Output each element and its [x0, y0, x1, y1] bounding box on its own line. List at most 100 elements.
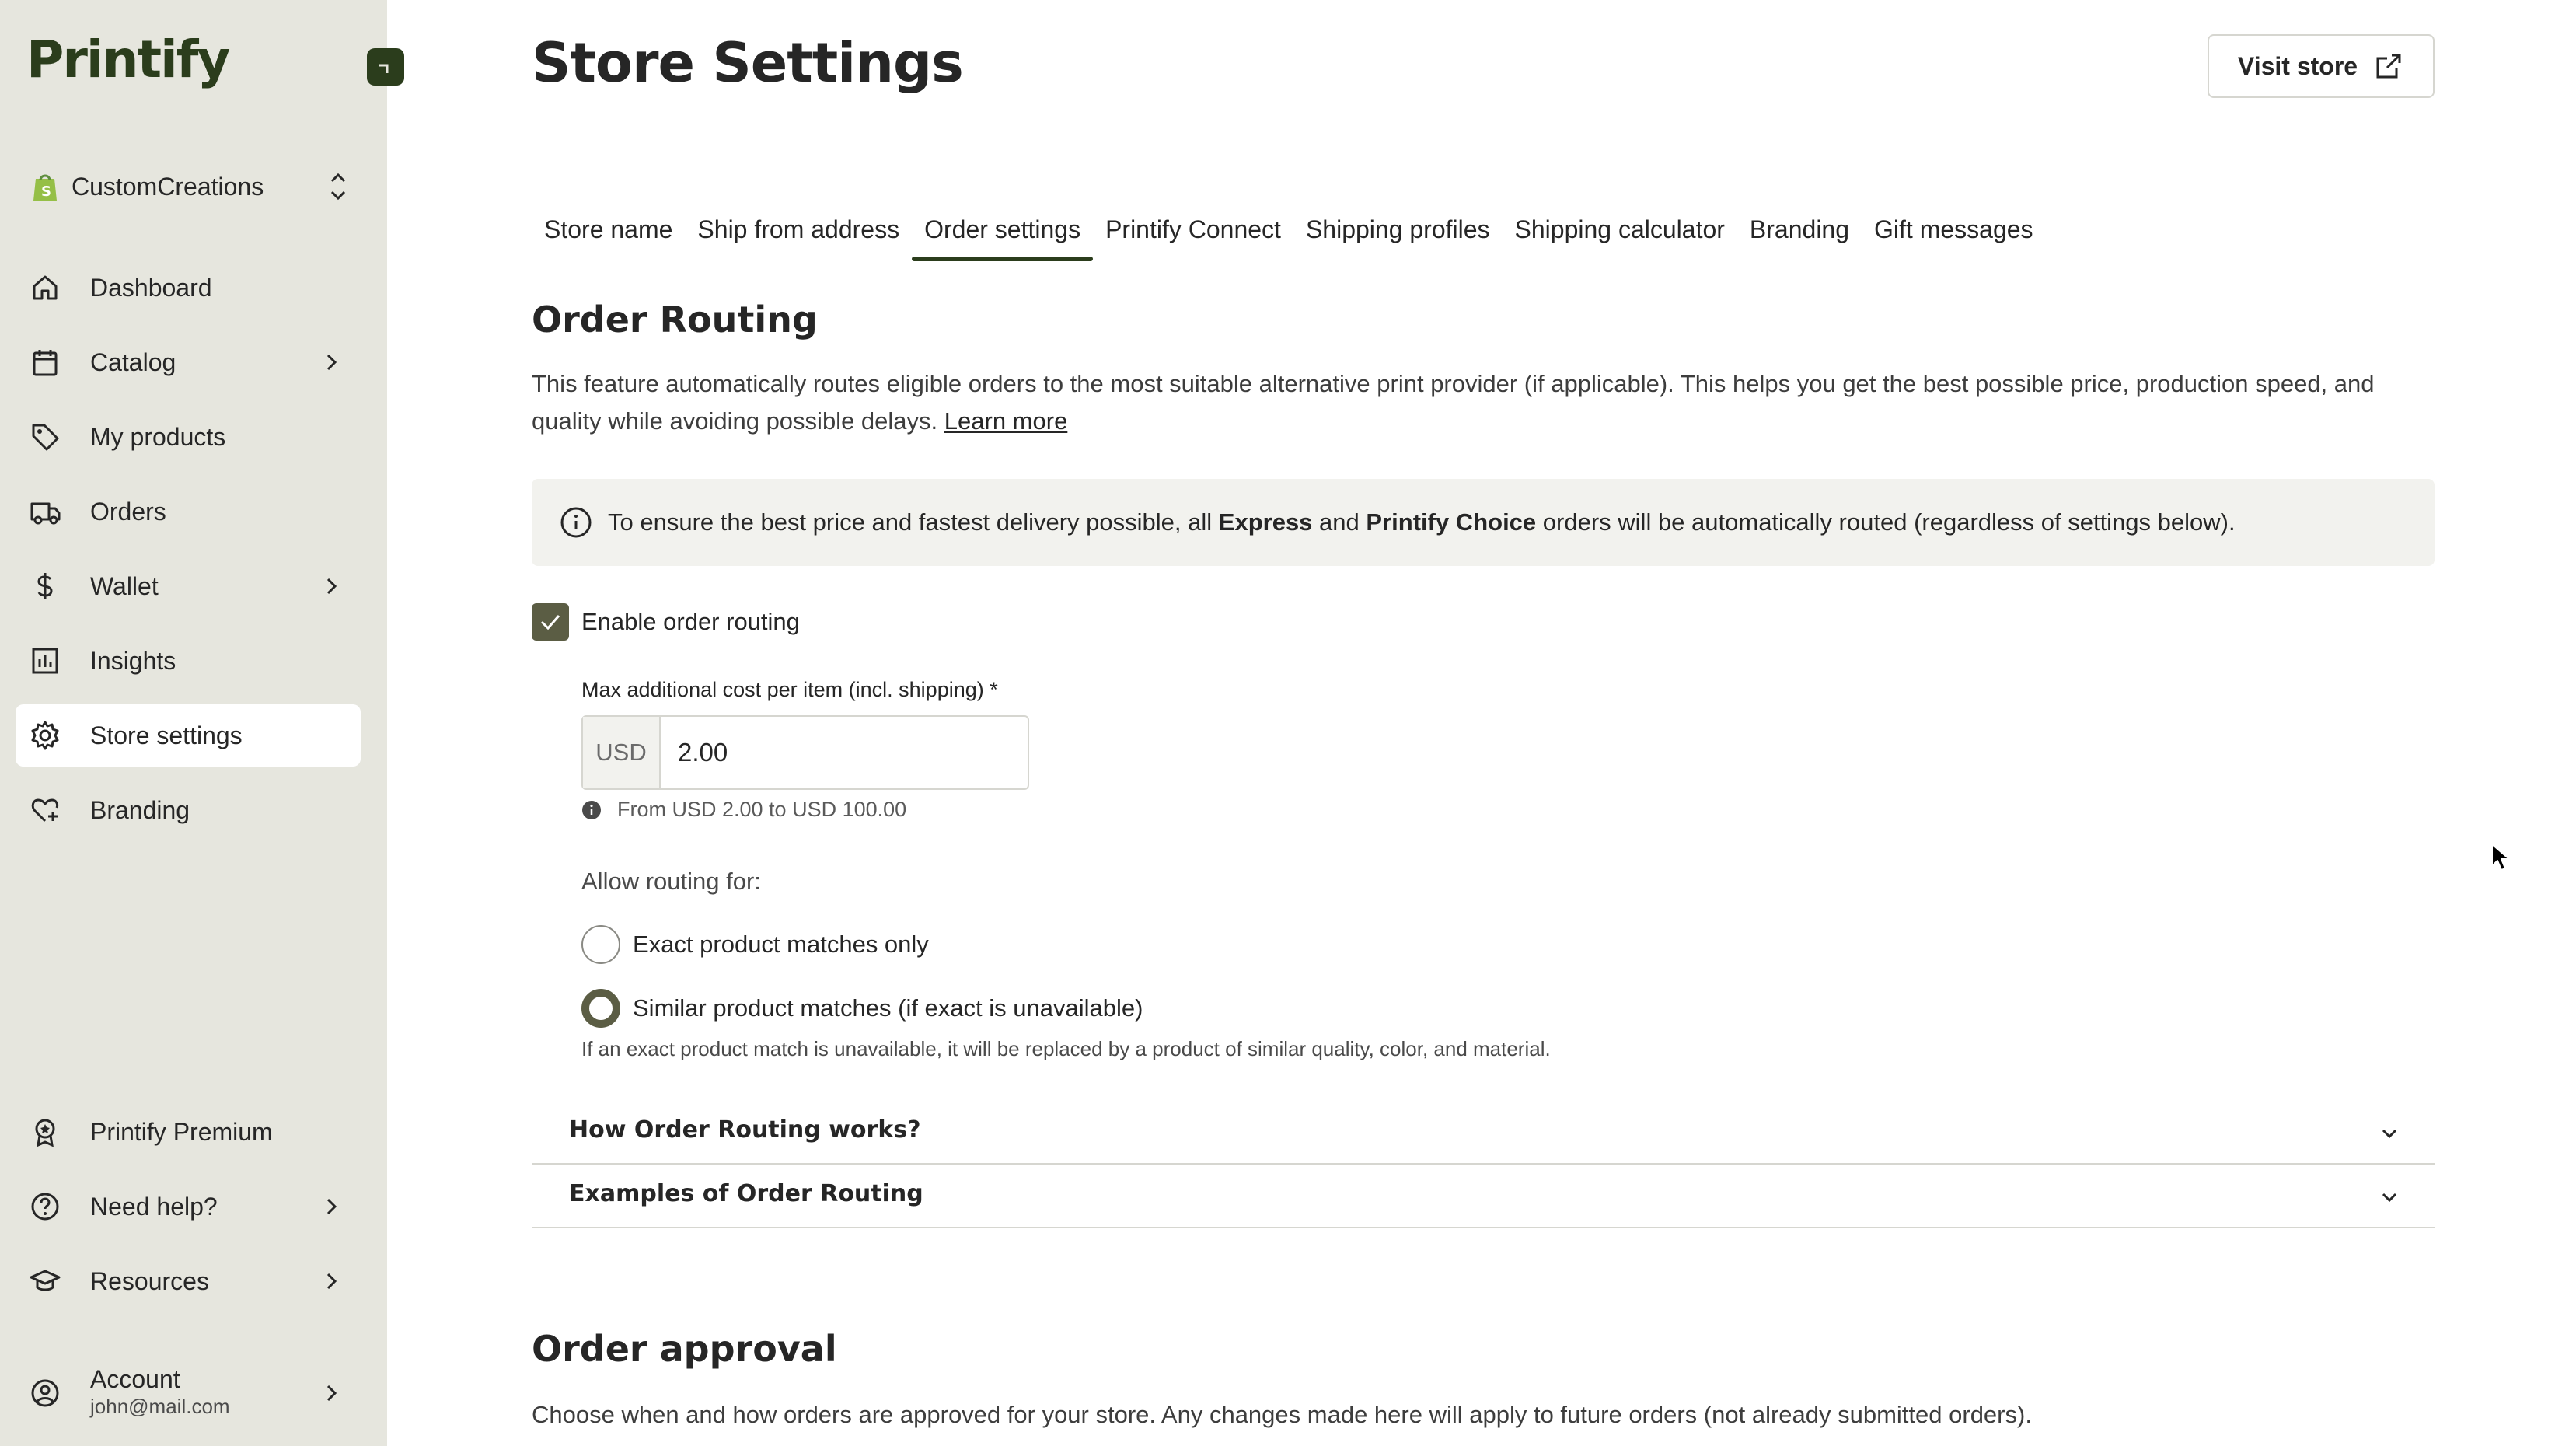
sidebar-item-store-settings[interactable]: Store settings: [16, 704, 361, 767]
tab-gift-messages[interactable]: Gift messages: [1862, 210, 2046, 261]
radio-similar-label: Similar product matches (if exact is una…: [633, 994, 1143, 1022]
tab-shipping-calculator[interactable]: Shipping calculator: [1503, 210, 1737, 261]
info-text-pre: To ensure the best price and fastest del…: [608, 508, 1213, 536]
store-name: CustomCreations: [72, 172, 264, 201]
sidebar-item-dashboard[interactable]: Dashboard: [16, 257, 361, 319]
info-text-choice: Printify Choice: [1366, 508, 1537, 536]
order-approval-description: Choose when and how orders are approved …: [532, 1401, 2032, 1428]
chevron-down-icon: [2382, 1193, 2397, 1203]
currency-prefix: USD: [583, 717, 661, 788]
sidebar-item-label: Insights: [90, 647, 176, 675]
user-circle-icon: [31, 1379, 59, 1407]
accordion-title: Examples of Order Routing: [569, 1180, 923, 1207]
chevron-down-icon: [2382, 1129, 2397, 1139]
radio-exact-matches[interactable]: [581, 925, 620, 964]
tab-ship-from-address[interactable]: Ship from address: [685, 210, 912, 261]
sidebar-item-label: Store settings: [90, 721, 243, 749]
sidebar-item-printify-premium[interactable]: Printify Premium: [16, 1101, 361, 1163]
routing-info-banner: To ensure the best price and fastest del…: [532, 479, 2435, 566]
chevron-right-icon: [326, 354, 337, 371]
gear-icon: [31, 721, 59, 750]
allow-routing-label: Allow routing for:: [581, 868, 761, 895]
printify-logo[interactable]: Printify: [26, 30, 230, 89]
chevron-right-icon: [326, 1273, 337, 1290]
visit-store-label: Visit store: [2237, 51, 2358, 80]
radio-exact-label: Exact product matches only: [633, 931, 929, 958]
sidebar-item-account[interactable]: Account john@mail.com: [16, 1356, 361, 1430]
tab-store-name[interactable]: Store name: [532, 210, 685, 261]
sidebar-item-label: Dashboard: [90, 274, 212, 302]
chevron-updown-icon: [330, 173, 346, 201]
account-label: Account: [90, 1365, 180, 1393]
radio-similar-matches[interactable]: [581, 989, 620, 1028]
info-icon: [560, 507, 592, 538]
info-text-post: orders will be automatically routed (reg…: [1542, 508, 2236, 536]
sidebar-item-label: My products: [90, 423, 226, 451]
sidebar-item-orders[interactable]: Orders: [16, 480, 361, 543]
shopify-icon: S: [33, 174, 57, 201]
chart-icon: [32, 648, 58, 674]
help-icon: [31, 1193, 59, 1221]
tab-order-settings[interactable]: Order settings: [912, 210, 1094, 261]
sidebar-item-insights[interactable]: Insights: [16, 630, 361, 692]
order-approval-heading: Order approval: [532, 1328, 837, 1370]
store-switcher[interactable]: S CustomCreations: [31, 165, 350, 208]
sidebar-item-catalog[interactable]: Catalog: [16, 331, 361, 393]
radio-similar-row[interactable]: Similar product matches (if exact is una…: [581, 989, 1143, 1028]
tab-shipping-profiles[interactable]: Shipping profiles: [1293, 210, 1503, 261]
max-cost-input-group: USD: [581, 715, 1029, 790]
truck-icon: [30, 502, 61, 525]
sidebar-item-my-products[interactable]: My products: [16, 406, 361, 468]
max-cost-hint: From USD 2.00 to USD 100.00: [581, 798, 906, 822]
accordion-title: How Order Routing works?: [569, 1116, 921, 1144]
sidebar-item-label: Branding: [90, 796, 190, 824]
enable-order-routing-label: Enable order routing: [581, 608, 800, 635]
order-routing-description-text: This feature automatically routes eligib…: [532, 370, 2375, 435]
sidebar-item-branding[interactable]: Branding: [16, 779, 361, 841]
radio-exact-row[interactable]: Exact product matches only: [581, 925, 929, 964]
sidebar-item-label: Catalog: [90, 348, 176, 376]
dollar-icon: [37, 573, 53, 599]
chevron-right-icon: [326, 1385, 337, 1402]
sidebar: Printify S CustomCreations Dashboard Cat…: [0, 0, 404, 1446]
page-title: Store Settings: [532, 31, 964, 95]
account-email: john@mail.com: [90, 1395, 230, 1418]
graduation-icon: [30, 1270, 61, 1291]
range-hint-text: From USD 2.00 to USD 100.00: [617, 798, 907, 821]
tab-printify-connect[interactable]: Printify Connect: [1093, 210, 1293, 261]
info-banner-text: To ensure the best price and fastest del…: [608, 508, 2236, 536]
sidebar-item-label: Need help?: [90, 1193, 218, 1221]
external-link-icon: [2376, 54, 2401, 79]
sidebar-item-wallet[interactable]: Wallet: [16, 555, 361, 617]
tag-icon: [32, 424, 59, 451]
visit-store-button[interactable]: Visit store: [2208, 34, 2435, 98]
award-icon: [35, 1119, 55, 1147]
settings-tabs: Store name Ship from address Order setti…: [532, 210, 2046, 261]
home-icon: [33, 275, 58, 300]
heart-plus-icon: [31, 798, 59, 823]
max-cost-input[interactable]: [661, 717, 1028, 788]
mouse-cursor-icon: [2491, 844, 2510, 871]
enable-order-routing-row[interactable]: Enable order routing: [532, 603, 800, 641]
learn-more-link[interactable]: Learn more: [944, 407, 1068, 435]
similar-description: If an exact product match is unavailable…: [581, 1037, 1551, 1060]
accordion-routing-examples[interactable]: Examples of Order Routing: [532, 1165, 2435, 1228]
enable-order-routing-checkbox[interactable]: [532, 603, 569, 641]
sidebar-item-label: Orders: [90, 498, 166, 526]
clipboard-icon: [33, 350, 58, 376]
sidebar-item-resources[interactable]: Resources: [16, 1250, 361, 1312]
chevron-right-icon: [326, 1198, 337, 1215]
sidebar-item-label: Resources: [90, 1267, 209, 1295]
checkmark-icon: [540, 615, 560, 630]
info-filled-icon: [582, 800, 601, 819]
sidebar-item-need-help[interactable]: Need help?: [16, 1175, 361, 1238]
chevron-right-icon: [326, 578, 337, 595]
main-content: Store Settings Visit store Store name Sh…: [387, 0, 2576, 1446]
order-routing-description: This feature automatically routes eligib…: [532, 365, 2436, 440]
accordion-how-routing-works[interactable]: How Order Routing works?: [532, 1101, 2435, 1165]
svg-text:S: S: [41, 183, 51, 200]
sidebar-item-label: Wallet: [90, 572, 159, 600]
sidebar-item-label: Printify Premium: [90, 1118, 273, 1146]
tab-branding[interactable]: Branding: [1737, 210, 1862, 261]
max-cost-label: Max additional cost per item (incl. ship…: [581, 678, 998, 701]
